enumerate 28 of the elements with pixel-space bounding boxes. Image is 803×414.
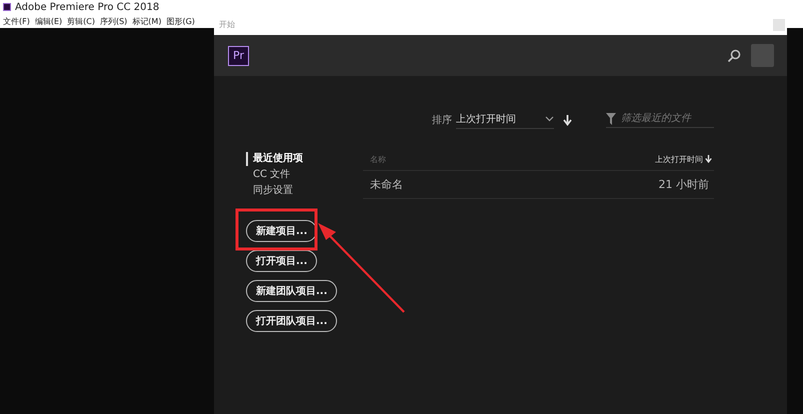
menu-item[interactable]: 图形(G) [166, 16, 195, 26]
column-header[interactable]: 上次打开时间 [655, 154, 703, 164]
project-button[interactable]: 新建团队项目... [246, 280, 338, 302]
sort-arrow-icon [705, 155, 712, 163]
menu-item[interactable]: 文件(F) [3, 16, 30, 26]
dialog-title: 开始 [219, 19, 236, 30]
app-logo: Pr [228, 46, 249, 66]
project-button[interactable]: 打开团队项目... [246, 310, 338, 332]
down-arrow-icon[interactable] [563, 114, 572, 126]
caret-icon [545, 116, 554, 122]
menu-item[interactable]: 剪辑(C) [67, 16, 95, 26]
nav-item[interactable]: CC 文件 [246, 168, 290, 182]
project-button[interactable]: 打开项目... [246, 250, 318, 272]
project-row[interactable]: 未命名 21 小时前 [363, 171, 714, 199]
nav-item[interactable]: 最近使用项 [246, 152, 303, 166]
filter-icon [606, 112, 616, 124]
menu-item[interactable]: 序列(S) [100, 16, 128, 26]
menu-item[interactable]: 编辑(E) [34, 16, 62, 26]
sort-label: 排序 [432, 114, 452, 127]
app-logo-icon [3, 3, 11, 11]
search-icon[interactable] [727, 48, 741, 62]
project-button[interactable]: 新建项目... [246, 220, 318, 242]
sort-dropdown[interactable]: 上次打开时间 [456, 112, 554, 128]
project-name: 未命名 [370, 177, 403, 192]
nav-item[interactable]: 同步设置 [246, 184, 293, 198]
menu-item[interactable]: 标记(M) [132, 16, 162, 26]
project-time: 21 小时前 [658, 177, 709, 192]
window-title: Adobe Premiere Pro CC 2018 [15, 2, 160, 12]
